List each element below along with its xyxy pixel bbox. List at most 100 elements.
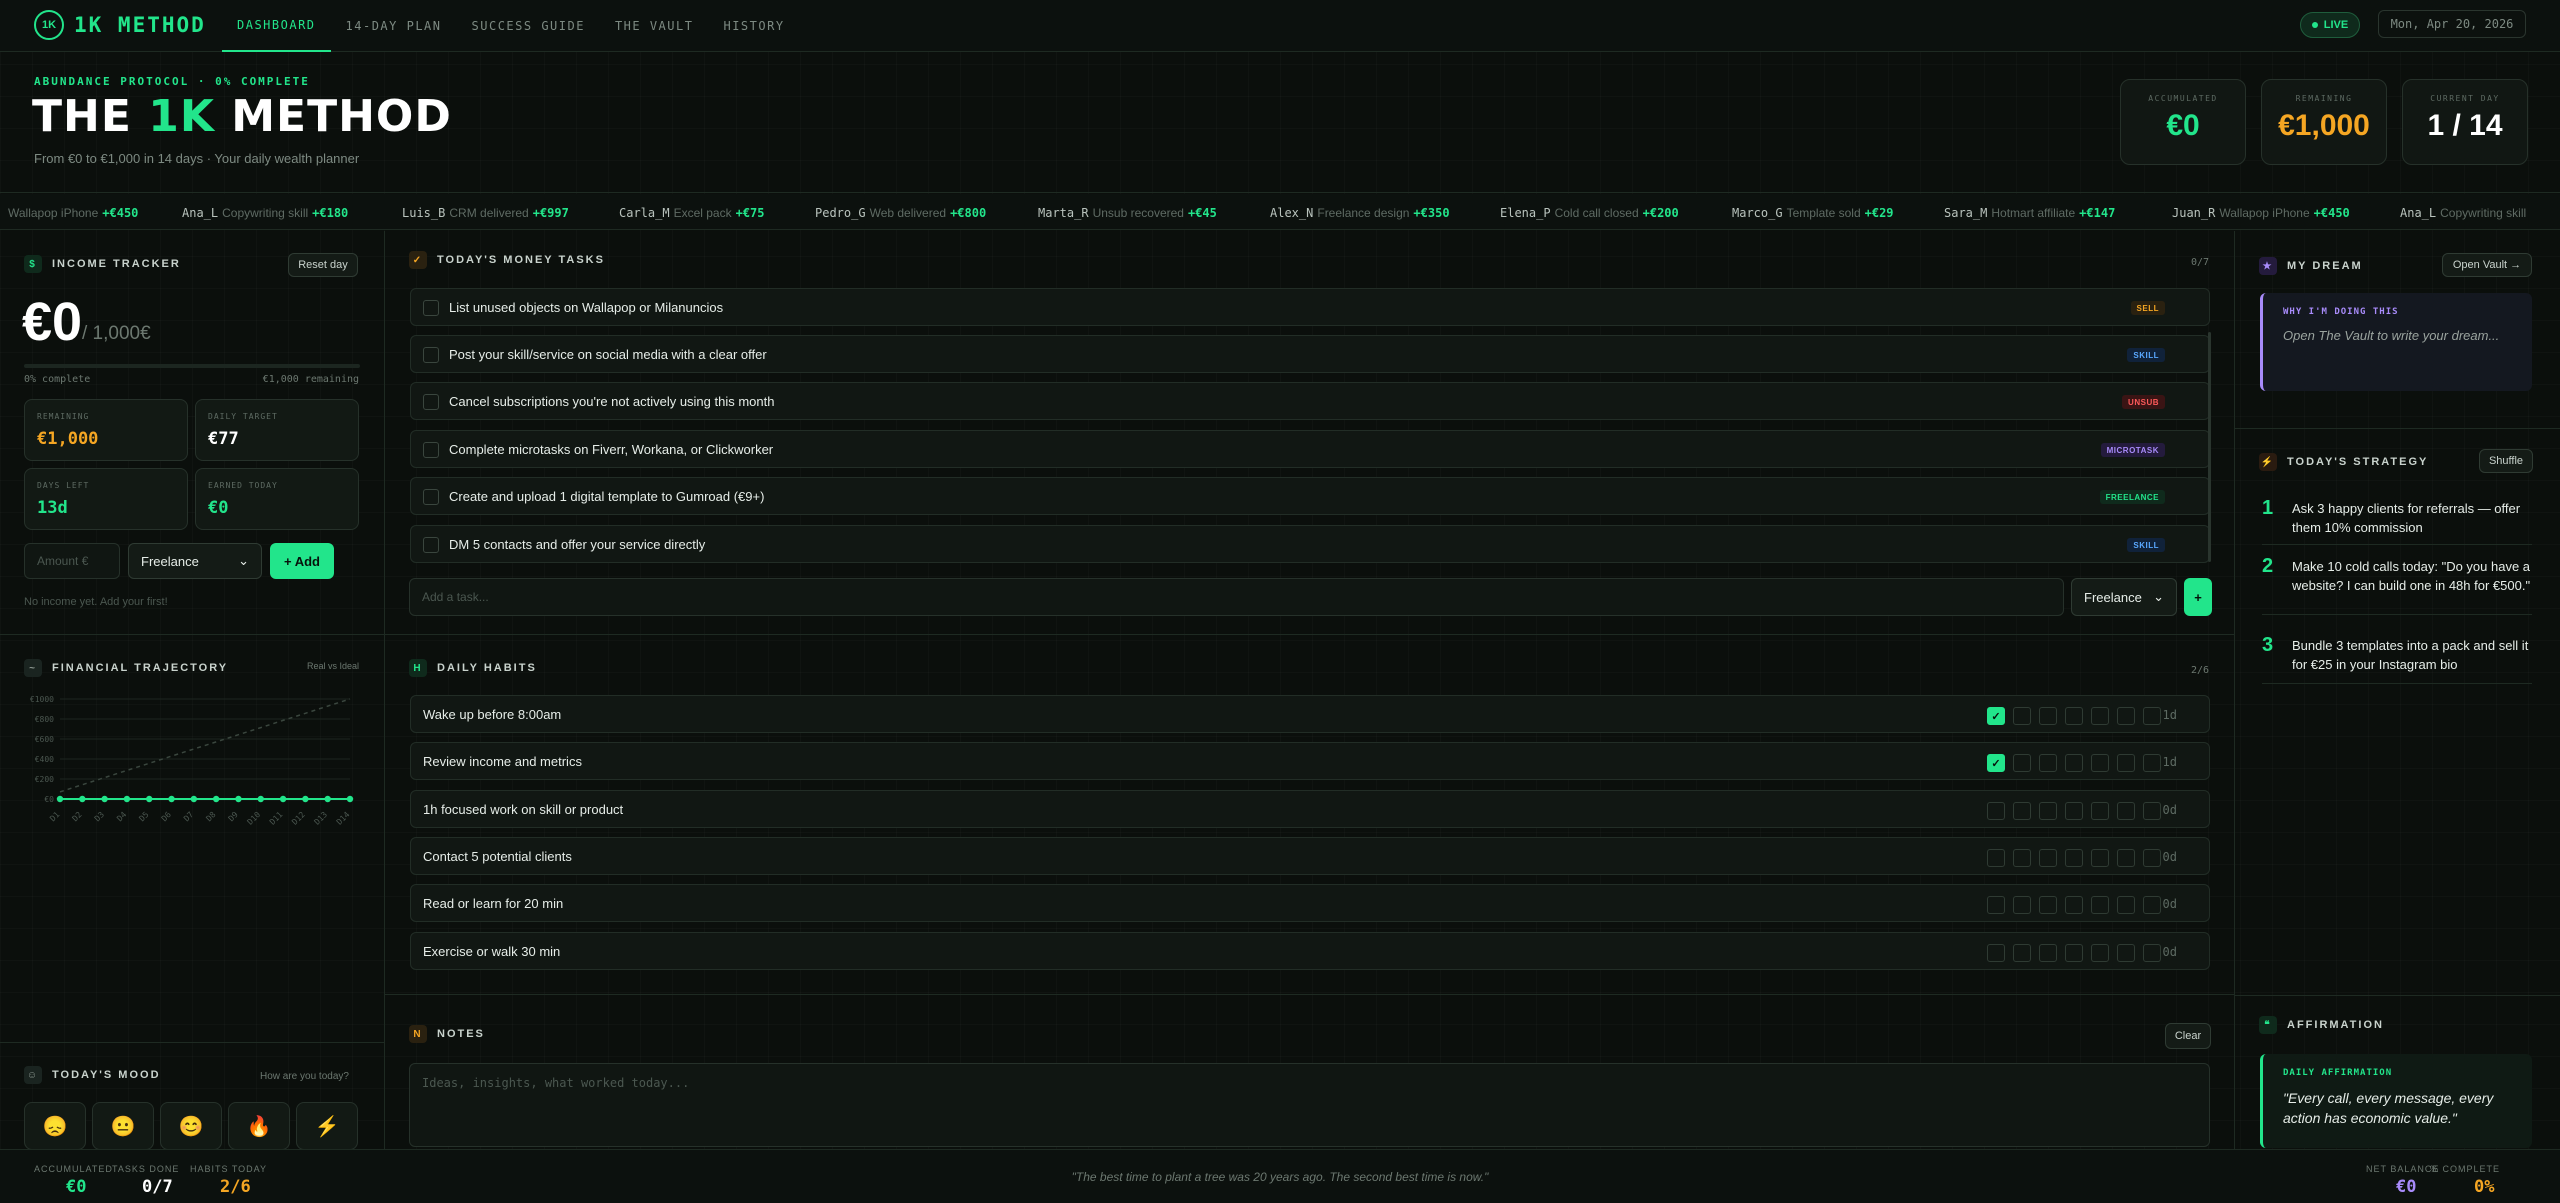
habit-row[interactable]: 1h focused work on skill or product 0d xyxy=(410,790,2210,828)
tab-the-vault[interactable]: THE VAULT xyxy=(600,0,709,52)
habit-day-checkbox[interactable] xyxy=(2091,896,2109,914)
habit-day-checkbox[interactable] xyxy=(2117,849,2135,867)
habit-day-checkbox[interactable] xyxy=(2143,944,2161,962)
income-empty-state: No income yet. Add your first! xyxy=(24,596,168,608)
habit-day-checkbox[interactable] xyxy=(2091,849,2109,867)
habit-day-checkbox[interactable] xyxy=(2143,849,2161,867)
habit-day-checkbox[interactable] xyxy=(2091,802,2109,820)
tasks-scrollbar[interactable] xyxy=(2208,332,2211,562)
habit-day-checkbox[interactable] xyxy=(2091,944,2109,962)
trend-icon: ~ xyxy=(24,659,42,677)
habit-day-checkbox[interactable] xyxy=(2013,944,2031,962)
task-row[interactable]: Complete microtasks on Fiverr, Workana, … xyxy=(410,430,2210,468)
habit-row[interactable]: Contact 5 potential clients 0d xyxy=(410,837,2210,875)
current-date: Mon, Apr 20, 2026 xyxy=(2378,10,2526,38)
habit-day-checkbox[interactable] xyxy=(2013,707,2031,725)
logo[interactable]: 1K 1K METHOD xyxy=(34,10,206,40)
habit-day-checkbox[interactable] xyxy=(1987,896,2005,914)
habit-day-checkbox[interactable] xyxy=(2117,754,2135,772)
habit-day-checkbox[interactable] xyxy=(2013,754,2031,772)
add-task-input[interactable] xyxy=(409,578,2064,616)
habit-day-checkbox[interactable] xyxy=(1987,849,2005,867)
habit-day-checkbox[interactable] xyxy=(1987,944,2005,962)
strategy-item: 2 Make 10 cold calls today: "Do you have … xyxy=(2262,555,2532,615)
task-row[interactable]: Create and upload 1 digital template to … xyxy=(410,477,2210,515)
habit-day-checkbox[interactable] xyxy=(2091,707,2109,725)
habit-day-checkbox[interactable] xyxy=(1987,802,2005,820)
habit-day-checkbox[interactable] xyxy=(2065,849,2083,867)
mood-happy-button[interactable]: 😊 xyxy=(160,1102,222,1150)
mood-neutral-button[interactable]: 😐 xyxy=(92,1102,154,1150)
task-badge: SKILL xyxy=(2127,348,2165,362)
habit-row[interactable]: Exercise or walk 30 min 0d xyxy=(410,932,2210,970)
add-task-button[interactable]: + xyxy=(2184,578,2212,616)
tab-history[interactable]: HISTORY xyxy=(708,0,799,52)
tab-success-guide[interactable]: SUCCESS GUIDE xyxy=(457,0,600,52)
header-kicker: ABUNDANCE PROTOCOL · 0% COMPLETE xyxy=(34,75,310,88)
habit-day-checkbox[interactable] xyxy=(2117,896,2135,914)
habit-day-checkbox[interactable] xyxy=(2143,802,2161,820)
task-category-select[interactable]: Freelance ⌄ xyxy=(2071,578,2177,616)
mood-label: TODAY'S MOOD xyxy=(52,1069,161,1081)
habit-day-checkbox[interactable] xyxy=(2065,896,2083,914)
habit-day-checkbox[interactable] xyxy=(2117,802,2135,820)
amount-input[interactable] xyxy=(24,543,120,579)
income-category-select[interactable]: Freelance ⌄ xyxy=(128,543,262,579)
card-label: EARNED TODAY xyxy=(208,481,278,490)
habit-day-checkbox[interactable] xyxy=(2065,802,2083,820)
habit-day-checkbox[interactable] xyxy=(2143,754,2161,772)
task-checkbox[interactable] xyxy=(423,489,439,505)
habit-day-checkbox[interactable]: ✓ xyxy=(1987,707,2005,725)
task-checkbox[interactable] xyxy=(423,537,439,553)
habit-day-checkbox[interactable] xyxy=(2117,944,2135,962)
x-tick-label: D10 xyxy=(246,810,263,827)
task-row[interactable]: Post your skill/service on social media … xyxy=(410,335,2210,373)
task-row[interactable]: Cancel subscriptions you're not actively… xyxy=(410,382,2210,420)
task-checkbox[interactable] xyxy=(423,347,439,363)
mood-bolt-button[interactable]: ⚡ xyxy=(296,1102,358,1150)
habit-day-checkbox[interactable] xyxy=(2091,754,2109,772)
notes-textarea[interactable] xyxy=(409,1063,2210,1147)
task-row[interactable]: List unused objects on Wallapop or Milan… xyxy=(410,288,2210,326)
habit-day-checkbox[interactable]: ✓ xyxy=(1987,754,2005,772)
habit-day-checkbox[interactable] xyxy=(2039,896,2057,914)
habit-day-checkbox[interactable] xyxy=(2065,944,2083,962)
task-checkbox[interactable] xyxy=(423,394,439,410)
tab-14-day-plan[interactable]: 14-DAY PLAN xyxy=(331,0,457,52)
habit-day-checkbox[interactable] xyxy=(2013,849,2031,867)
habit-day-checkbox[interactable] xyxy=(2039,849,2057,867)
mood-fire-button[interactable]: 🔥 xyxy=(228,1102,290,1150)
tab-dashboard[interactable]: DASHBOARD xyxy=(222,0,331,52)
task-checkbox[interactable] xyxy=(423,300,439,316)
notes-title: N NOTES xyxy=(409,1025,485,1043)
habit-row[interactable]: Review income and metrics ✓ 1d xyxy=(410,742,2210,780)
income-target: / 1,000€ xyxy=(82,323,151,344)
habit-day-checkbox[interactable] xyxy=(2039,754,2057,772)
habit-day-checkbox[interactable] xyxy=(2039,802,2057,820)
habit-day-checkbox[interactable] xyxy=(2013,896,2031,914)
habit-day-checkbox[interactable] xyxy=(2039,944,2057,962)
real-series-point xyxy=(146,795,153,803)
habit-day-checkbox[interactable] xyxy=(2117,707,2135,725)
habit-day-checkbox[interactable] xyxy=(2143,896,2161,914)
habit-day-checkbox[interactable] xyxy=(2013,802,2031,820)
reset-day-button[interactable]: Reset day xyxy=(288,253,358,277)
shuffle-button[interactable]: Shuffle xyxy=(2479,449,2533,473)
habit-row[interactable]: Read or learn for 20 min 0d xyxy=(410,884,2210,922)
stat-label: ACCUMULATED xyxy=(2148,94,2218,103)
habit-day-checkbox[interactable] xyxy=(2039,707,2057,725)
habit-day-checkbox[interactable] xyxy=(2065,754,2083,772)
clear-notes-button[interactable]: Clear xyxy=(2165,1023,2211,1049)
mood-sad-button[interactable]: 😞 xyxy=(24,1102,86,1150)
card-daily-target: DAILY TARGET €77 xyxy=(195,399,359,461)
open-vault-button[interactable]: Open Vault → xyxy=(2442,253,2532,277)
habit-row[interactable]: Wake up before 8:00am ✓ 1d xyxy=(410,695,2210,733)
habit-day-checkbox[interactable] xyxy=(2143,707,2161,725)
real-series-point xyxy=(190,795,198,803)
habit-day-checkbox[interactable] xyxy=(2065,707,2083,725)
task-checkbox[interactable] xyxy=(423,442,439,458)
add-income-button[interactable]: + Add xyxy=(270,543,334,579)
dream-kicker: WHY I'M DOING THIS xyxy=(2283,307,2399,317)
habit-text: Read or learn for 20 min xyxy=(423,896,564,911)
task-row[interactable]: DM 5 contacts and offer your service dir… xyxy=(410,525,2210,563)
